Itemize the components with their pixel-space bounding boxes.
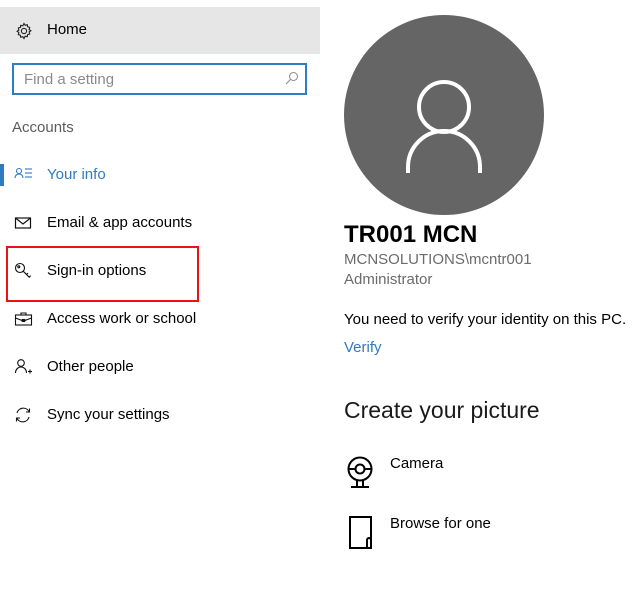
home-label: Home xyxy=(47,21,88,38)
verify-identity-message: You need to verify your identity on this… xyxy=(344,311,627,328)
camera-option[interactable]: Camera xyxy=(344,455,624,499)
camera-icon xyxy=(344,455,380,491)
avatar xyxy=(344,15,544,215)
person-list-icon xyxy=(14,166,34,184)
sidebar-item-your-info[interactable]: Your info xyxy=(0,155,320,195)
sidebar-item-other-people[interactable]: Other people xyxy=(0,347,320,387)
sidebar-item-label: Access work or school xyxy=(47,310,197,327)
create-picture-heading: Create your picture xyxy=(344,397,540,423)
search-icon[interactable] xyxy=(285,71,299,85)
home-button[interactable]: Home xyxy=(0,7,320,54)
sidebar-item-email-app-accounts[interactable]: Email & app accounts xyxy=(0,203,320,243)
sidebar-item-label: Other people xyxy=(47,358,134,375)
sidebar-item-access-work-or-school[interactable]: Access work or school xyxy=(0,299,320,339)
browse-file-icon xyxy=(344,515,380,551)
verify-link[interactable]: Verify xyxy=(344,339,382,356)
active-indicator xyxy=(0,164,4,186)
user-role: Administrator xyxy=(344,271,433,288)
sidebar-item-label: Email & app accounts xyxy=(47,214,193,231)
key-icon xyxy=(14,262,34,280)
sync-icon xyxy=(14,406,34,424)
browse-option-label: Browse for one xyxy=(390,515,491,532)
main-content: TR001 MCN MCNSOLUTIONS\mcntr001 Administ… xyxy=(330,0,636,600)
sidebar-item-label: Your info xyxy=(47,166,106,183)
search-box xyxy=(12,63,307,95)
briefcase-icon xyxy=(14,310,34,328)
user-account-name: MCNSOLUTIONS\mcntr001 xyxy=(344,251,532,268)
sidebar: Home Accounts Your info xyxy=(0,0,320,600)
sidebar-item-sign-in-options[interactable]: Sign-in options xyxy=(0,251,320,291)
sidebar-item-label: Sync your settings xyxy=(47,406,170,423)
sidebar-item-label: Sign-in options xyxy=(47,262,147,279)
browse-option[interactable]: Browse for one xyxy=(344,515,624,559)
search-input[interactable] xyxy=(14,65,284,93)
mail-icon xyxy=(14,214,34,232)
user-display-name: TR001 MCN xyxy=(344,221,478,248)
gear-icon xyxy=(15,22,33,40)
camera-option-label: Camera xyxy=(390,455,444,472)
sidebar-item-sync-your-settings[interactable]: Sync your settings xyxy=(0,395,320,435)
person-icon xyxy=(406,80,482,173)
person-add-icon xyxy=(14,358,34,376)
section-title-accounts: Accounts xyxy=(12,119,74,136)
